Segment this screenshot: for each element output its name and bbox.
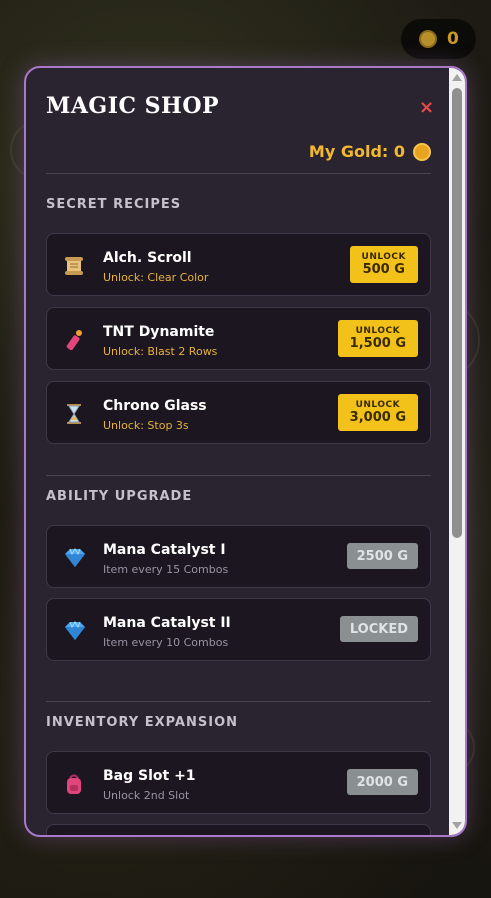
hourglass-icon	[63, 403, 85, 425]
shop-item-alch-scroll: Alch. Scroll Unlock: Clear Color UNLOCK …	[46, 233, 431, 296]
coin-icon	[419, 30, 437, 48]
shop-item-tnt-dynamite: TNT Dynamite Unlock: Blast 2 Rows UNLOCK…	[46, 307, 431, 370]
unlock-button[interactable]: UNLOCK 500 G	[349, 246, 418, 283]
item-name: Chrono Glass	[103, 398, 207, 414]
divider	[46, 701, 431, 702]
item-name: Bag Slot +1	[103, 768, 196, 784]
scroll-up-icon[interactable]	[452, 74, 462, 81]
item-desc: Item every 15 Combos	[103, 563, 229, 576]
backpack-icon	[63, 773, 85, 795]
scroll-icon	[63, 255, 85, 277]
unlock-button[interactable]: UNLOCK 1,500 G	[337, 320, 418, 357]
shop-item-mana-catalyst-1: Mana Catalyst I Item every 15 Combos 250…	[46, 525, 431, 588]
close-button[interactable]: ×	[419, 98, 434, 118]
item-desc: Unlock: Stop 3s	[103, 419, 189, 432]
hud-gold-value: 0	[447, 29, 459, 49]
gem-icon	[63, 620, 85, 642]
item-name: Alch. Scroll	[103, 250, 192, 266]
item-desc: Unlock: Blast 2 Rows	[103, 345, 218, 358]
coin-icon	[413, 142, 431, 161]
dynamite-icon	[63, 329, 85, 351]
my-gold: My Gold: 0	[309, 142, 431, 161]
item-name: Mana Catalyst I	[103, 542, 226, 558]
divider	[46, 173, 431, 174]
price-button-disabled[interactable]: 2500 G	[346, 543, 418, 569]
shop-item-chrono-glass: Chrono Glass Unlock: Stop 3s UNLOCK 3,00…	[46, 381, 431, 444]
shop-title: MAGIC SHOP	[46, 93, 220, 119]
unlock-price: 1,500 G	[349, 336, 406, 351]
shop-item-bag-slot: Bag Slot +1 Unlock 2nd Slot 2000 G	[46, 751, 431, 814]
item-name: TNT Dynamite	[103, 324, 215, 340]
scrollbar[interactable]	[449, 68, 465, 835]
scrollbar-thumb[interactable]	[452, 88, 462, 538]
shop-item-next	[46, 824, 431, 835]
scroll-down-icon[interactable]	[452, 822, 462, 829]
unlock-button[interactable]: UNLOCK 3,000 G	[337, 394, 418, 431]
magic-shop-modal: MAGIC SHOP × My Gold: 0 SECRET RECIPES A…	[24, 66, 467, 837]
section-title-secret-recipes: SECRET RECIPES	[46, 197, 182, 212]
item-desc: Item every 10 Combos	[103, 636, 229, 649]
item-desc: Unlock: Clear Color	[103, 271, 209, 284]
unlock-label: UNLOCK	[355, 326, 401, 336]
item-desc: Unlock 2nd Slot	[103, 789, 190, 802]
section-title-ability-upgrade: ABILITY UPGRADE	[46, 489, 193, 504]
my-gold-label: My Gold: 0	[308, 142, 405, 161]
unlock-price: 3,000 G	[349, 410, 406, 425]
price-button-disabled[interactable]: 2000 G	[346, 769, 418, 795]
item-name: Mana Catalyst II	[103, 615, 231, 631]
shop-item-mana-catalyst-2: Mana Catalyst II Item every 10 Combos LO…	[46, 598, 431, 661]
unlock-label: UNLOCK	[355, 400, 401, 410]
gem-icon	[63, 547, 85, 569]
hud-gold-counter: 0	[401, 19, 476, 59]
unlock-label: UNLOCK	[361, 252, 406, 262]
section-title-inventory-expansion: INVENTORY EXPANSION	[46, 715, 239, 730]
unlock-price: 500 G	[362, 262, 405, 277]
divider	[46, 475, 431, 476]
locked-button[interactable]: LOCKED	[339, 616, 418, 642]
